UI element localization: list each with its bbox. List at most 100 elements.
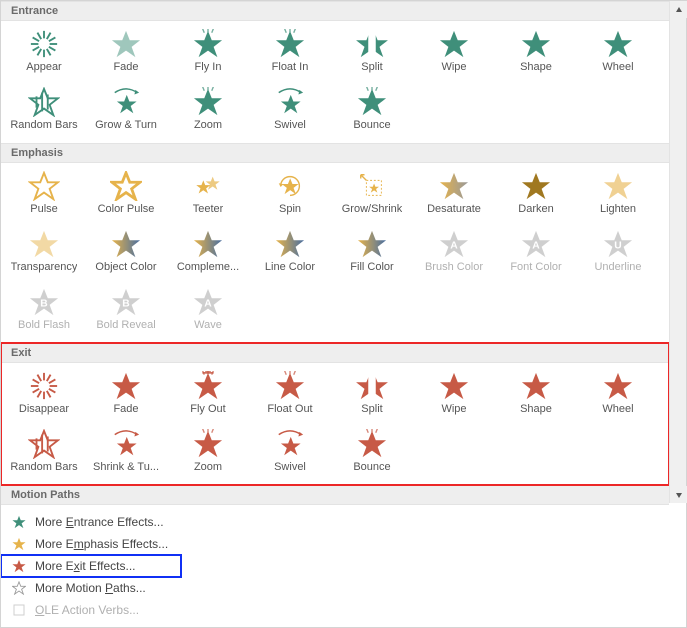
ole-icon [11,602,27,618]
effect-label: Underline [594,261,641,273]
entrance-effect-wheel[interactable]: Wheel [577,25,659,83]
effect-label: Color Pulse [98,203,155,215]
exit-effect-wheel[interactable]: Wheel [577,367,659,425]
star-bounce-icon [355,87,389,117]
star-letter-icon: B [109,287,143,317]
effect-label: Swivel [274,119,306,131]
scroll-down-button[interactable] [670,486,687,503]
emphasis-effect-darken[interactable]: Darken [495,167,577,225]
effect-label: Lighten [600,203,636,215]
exit-effect-float-out[interactable]: Float Out [249,367,331,425]
exit-effect-shape[interactable]: Shape [495,367,577,425]
star-flyout-icon [191,371,225,401]
entrance-effect-wipe[interactable]: Wipe [413,25,495,83]
entrance-effect-zoom[interactable]: Zoom [167,83,249,141]
star-outline-icon [27,171,61,201]
spin-icon [273,171,307,201]
exit-effect-split[interactable]: Split [331,367,413,425]
effect-label: Float In [272,61,309,73]
scrollbar-vertical[interactable] [669,1,686,503]
entrance-effect-grow-turn[interactable]: Grow & Turn [85,83,167,141]
entrance-effect-fly-in[interactable]: Fly In [167,25,249,83]
emphasis-effect-desaturate[interactable]: Desaturate [413,167,495,225]
exit-effect-bounce[interactable]: Bounce [331,425,413,483]
effect-label: Pulse [30,203,58,215]
emphasis-effect-brush-color: A Brush Color [413,225,495,283]
star-dark-icon [519,171,553,201]
entrance-effect-float-in[interactable]: Float In [249,25,331,83]
effect-label: Shape [520,61,552,73]
more-effects-2[interactable]: More Exit Effects... [1,555,181,577]
exit-effect-shrink-tu-[interactable]: Shrink & Tu... [85,425,167,483]
effect-label: Object Color [95,261,156,273]
star-wipe-icon [437,371,471,401]
emphasis-effect-grow-shrink[interactable]: Grow/Shrink [331,167,413,225]
star-solid-icon [519,29,553,59]
star-solid-icon [519,371,553,401]
effect-label: Wave [194,319,222,331]
emphasis-effect-color-pulse[interactable]: Color Pulse [85,167,167,225]
effect-label: Fade [113,403,138,415]
star-bicolor-icon [273,229,307,259]
entrance-effect-fade[interactable]: Fade [85,25,167,83]
entrance-effect-random-bars[interactable]: Random Bars [3,83,85,141]
entrance-effect-bounce[interactable]: Bounce [331,83,413,141]
emphasis-effect-fill-color[interactable]: Fill Color [331,225,413,283]
burst-icon [27,371,61,401]
star-float-icon [273,371,307,401]
emphasis-effect-lighten[interactable]: Lighten [577,167,659,225]
effect-label: Fly In [195,61,222,73]
entrance-effect-swivel[interactable]: Swivel [249,83,331,141]
exit-effect-fade[interactable]: Fade [85,367,167,425]
effect-label: Compleme... [177,261,239,273]
effect-label: Fly Out [190,403,225,415]
entrance-effect-split[interactable]: Split [331,25,413,83]
burst-icon [27,29,61,59]
star-bicolor-icon [191,229,225,259]
exit-effect-swivel[interactable]: Swivel [249,425,331,483]
section-header-entrance: Entrance [1,1,669,21]
effect-label: Disappear [19,403,69,415]
emphasis-effect-transparency[interactable]: Transparency [3,225,85,283]
scroll-up-button[interactable] [670,1,687,18]
star-grow-icon [109,429,143,459]
effect-label: Wipe [441,403,466,415]
star-bounce-icon [355,429,389,459]
star-outline-bold-icon [109,171,143,201]
effect-label: Random Bars [10,461,77,473]
exit-effect-zoom[interactable]: Zoom [167,425,249,483]
effect-label: Brush Color [425,261,483,273]
emphasis-effect-pulse[interactable]: Pulse [3,167,85,225]
effect-label: Random Bars [10,119,77,131]
effect-label: Fill Color [350,261,393,273]
exit-effect-fly-out[interactable]: Fly Out [167,367,249,425]
emphasis-effect-compleme-[interactable]: Compleme... [167,225,249,283]
star-flyin-icon [191,29,225,59]
emphasis-effect-line-color[interactable]: Line Color [249,225,331,283]
star-letter-icon: A [191,287,225,317]
star-mini-outline-icon [11,580,27,596]
star-solid-icon [601,29,635,59]
exit-effect-random-bars[interactable]: Random Bars [3,425,85,483]
section-body-exit: Disappear Fade Fly Out Float OutSplit Wipe Sh… [1,363,669,485]
section-header-emphasis: Emphasis [1,143,669,163]
effect-label: Wipe [441,61,466,73]
more-effects-3[interactable]: More Motion Paths... [1,577,669,599]
more-effects-0[interactable]: More Entrance Effects... [1,511,669,533]
menu-label: More Motion Paths... [35,581,146,595]
emphasis-effect-font-color: AFont Color [495,225,577,283]
entrance-effect-appear[interactable]: Appear [3,25,85,83]
more-effects-4: OLE Action Verbs... [1,599,669,621]
emphasis-effect-object-color[interactable]: Object Color [85,225,167,283]
section-body-entrance: AppearFade Fly In Float In Split Wipe Shape Wh… [1,21,669,143]
menu-label: More Emphasis Effects... [35,537,168,551]
effect-label: Spin [279,203,301,215]
exit-effect-wipe[interactable]: Wipe [413,367,495,425]
svg-text:A: A [450,241,458,252]
footer-more-effects: More Entrance Effects... More Emphasis Ef… [1,507,669,627]
emphasis-effect-teeter[interactable]: Teeter [167,167,249,225]
exit-effect-disappear[interactable]: Disappear [3,367,85,425]
entrance-effect-shape[interactable]: Shape [495,25,577,83]
more-effects-1[interactable]: More Emphasis Effects... [1,533,669,555]
emphasis-effect-spin[interactable]: Spin [249,167,331,225]
